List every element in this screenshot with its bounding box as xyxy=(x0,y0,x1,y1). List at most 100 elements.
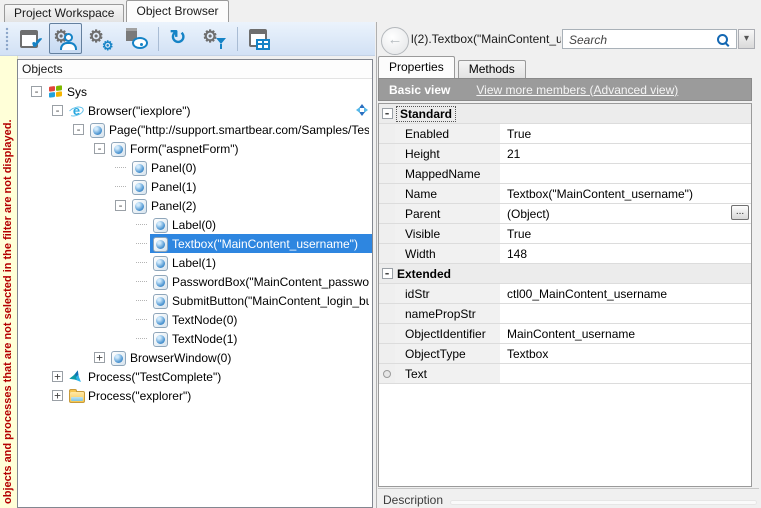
web-object-icon xyxy=(153,293,169,308)
advanced-view-link[interactable]: View more members (Advanced view) xyxy=(476,83,678,97)
back-button[interactable]: ← xyxy=(381,27,409,55)
tree-connector xyxy=(136,319,147,320)
web-object-icon xyxy=(90,122,106,137)
web-object-icon xyxy=(111,350,127,365)
object-browser-toolbar: ✔⚙⚙⚙↻⚙ xyxy=(0,22,375,56)
gears-button[interactable]: ⚙⚙ xyxy=(84,23,117,54)
tree-node[interactable]: + Process("explorer") xyxy=(18,386,372,405)
property-row[interactable]: Width148 xyxy=(379,244,751,264)
property-row[interactable]: NameTextbox("MainContent_username") xyxy=(379,184,751,204)
toolbar-separator xyxy=(158,27,159,51)
tree-node-label: Process("TestComplete") xyxy=(88,370,221,384)
tab-methods[interactable]: Methods xyxy=(458,60,526,78)
property-row[interactable]: Height21 xyxy=(379,144,751,164)
tree-node-label: Label(1) xyxy=(172,256,216,270)
tree-node-label: TextNode(1) xyxy=(172,332,237,346)
tree-node[interactable]: Label(1) xyxy=(18,253,372,272)
expand-toggle[interactable]: - xyxy=(52,105,63,116)
pane-splitter[interactable] xyxy=(376,22,377,508)
refresh-button[interactable]: ↻ xyxy=(163,23,196,54)
web-object-icon xyxy=(132,160,148,175)
property-row[interactable]: namePropStr xyxy=(379,304,751,324)
checked-window-button[interactable]: ✔ xyxy=(14,23,47,54)
row-gutter xyxy=(379,364,395,383)
row-gutter xyxy=(379,224,395,243)
tree-node[interactable]: -Form("aspnetForm") xyxy=(18,139,372,158)
tree-node-label: TextNode(0) xyxy=(172,313,237,327)
tree-node-label: PasswordBox("MainContent_password") xyxy=(172,275,369,289)
property-name: idStr xyxy=(405,287,430,301)
object-gear-user-button[interactable]: ⚙ xyxy=(49,23,82,54)
expand-toggle[interactable]: - xyxy=(94,143,105,154)
tab-object-browser[interactable]: Object Browser xyxy=(126,0,228,22)
tree-node[interactable]: -Sys xyxy=(18,82,372,101)
inspector-pane: ← l(2).Textbox("MainContent_username") ▾… xyxy=(378,22,761,508)
tree-node-label: Process("explorer") xyxy=(88,389,191,403)
expand-toggle[interactable]: + xyxy=(52,390,63,401)
gear-filter-button[interactable]: ⚙ xyxy=(198,23,231,54)
property-row[interactable]: EnabledTrue xyxy=(379,124,751,144)
window-grid-button[interactable] xyxy=(242,23,275,54)
property-value: True xyxy=(507,227,531,241)
expand-toggle[interactable]: + xyxy=(94,352,105,363)
expand-toggle[interactable]: - xyxy=(31,86,42,97)
property-row[interactable]: VisibleTrue xyxy=(379,224,751,244)
property-row[interactable]: Parent(Object)... xyxy=(379,204,751,224)
tree-node[interactable]: + Process("TestComplete") xyxy=(18,367,372,386)
row-gutter xyxy=(379,244,395,263)
web-object-icon xyxy=(153,312,169,327)
tree-connector xyxy=(136,262,147,263)
tree-node[interactable]: Panel(0) xyxy=(18,158,372,177)
tree-node[interactable]: Panel(1) xyxy=(18,177,372,196)
group-gutter: - xyxy=(379,264,395,283)
ellipsis-button[interactable]: ... xyxy=(731,205,749,220)
tree-node[interactable]: -Panel(2) xyxy=(18,196,372,215)
property-value: MainContent_username xyxy=(507,327,635,341)
property-row[interactable]: idStrctl00_MainContent_username xyxy=(379,284,751,304)
tab-project-workspace[interactable]: Project Workspace xyxy=(4,4,124,22)
property-row[interactable]: MappedName xyxy=(379,164,751,184)
window-tabs: Project WorkspaceObject Browser xyxy=(0,0,761,22)
row-gutter xyxy=(379,324,395,343)
row-gutter xyxy=(379,304,395,323)
tree-node[interactable]: -Page("http://support.smartbear.com/Samp… xyxy=(18,120,372,139)
property-row[interactable]: ObjectTypeTextbox xyxy=(379,344,751,364)
tree-node[interactable]: -eBrowser("iexplore") xyxy=(18,101,372,120)
search-input[interactable] xyxy=(567,31,711,49)
property-grid: -StandardEnabledTrueHeight21MappedNameNa… xyxy=(378,103,752,487)
tree-node[interactable]: TextNode(0) xyxy=(18,310,372,329)
row-gutter xyxy=(379,144,395,163)
property-name: Height xyxy=(405,147,440,161)
web-object-icon xyxy=(111,141,127,156)
property-row[interactable]: ObjectIdentifierMainContent_username xyxy=(379,324,751,344)
tree-node[interactable]: TextNode(1) xyxy=(18,329,372,348)
tree-node[interactable]: Textbox("MainContent_username") xyxy=(18,234,372,253)
tree-node[interactable]: PasswordBox("MainContent_password") xyxy=(18,272,372,291)
tree-connector xyxy=(136,338,147,339)
tree-node[interactable]: +BrowserWindow(0) xyxy=(18,348,372,367)
group-gutter: - xyxy=(379,104,395,123)
collapse-toggle[interactable]: - xyxy=(382,108,393,119)
web-object-icon xyxy=(153,331,169,346)
toolbar-grip[interactable] xyxy=(5,27,9,51)
expand-toggle[interactable]: + xyxy=(52,371,63,382)
row-gutter xyxy=(379,124,395,143)
property-row[interactable]: Text xyxy=(379,364,751,384)
search-options-dropdown[interactable]: ▾ xyxy=(738,29,755,49)
property-group-header[interactable]: -Standard xyxy=(379,104,751,124)
collapse-toggle[interactable]: - xyxy=(382,268,393,279)
row-gutter xyxy=(379,184,395,203)
breadcrumb: l(2).Textbox("MainContent_username") xyxy=(411,22,561,56)
row-gutter xyxy=(379,344,395,363)
web-object-icon xyxy=(153,236,169,251)
tree-node[interactable]: Label(0) xyxy=(18,215,372,234)
tab-properties[interactable]: Properties xyxy=(378,56,455,78)
cube-eye-button[interactable] xyxy=(119,23,152,54)
expand-toggle[interactable]: - xyxy=(115,200,126,211)
web-object-icon xyxy=(132,179,148,194)
property-name: Enabled xyxy=(405,127,449,141)
expand-toggle[interactable]: - xyxy=(73,124,84,135)
tree-node[interactable]: SubmitButton("MainContent_login_button") xyxy=(18,291,372,310)
web-object-icon xyxy=(153,255,169,270)
property-group-header[interactable]: -Extended xyxy=(379,264,751,284)
